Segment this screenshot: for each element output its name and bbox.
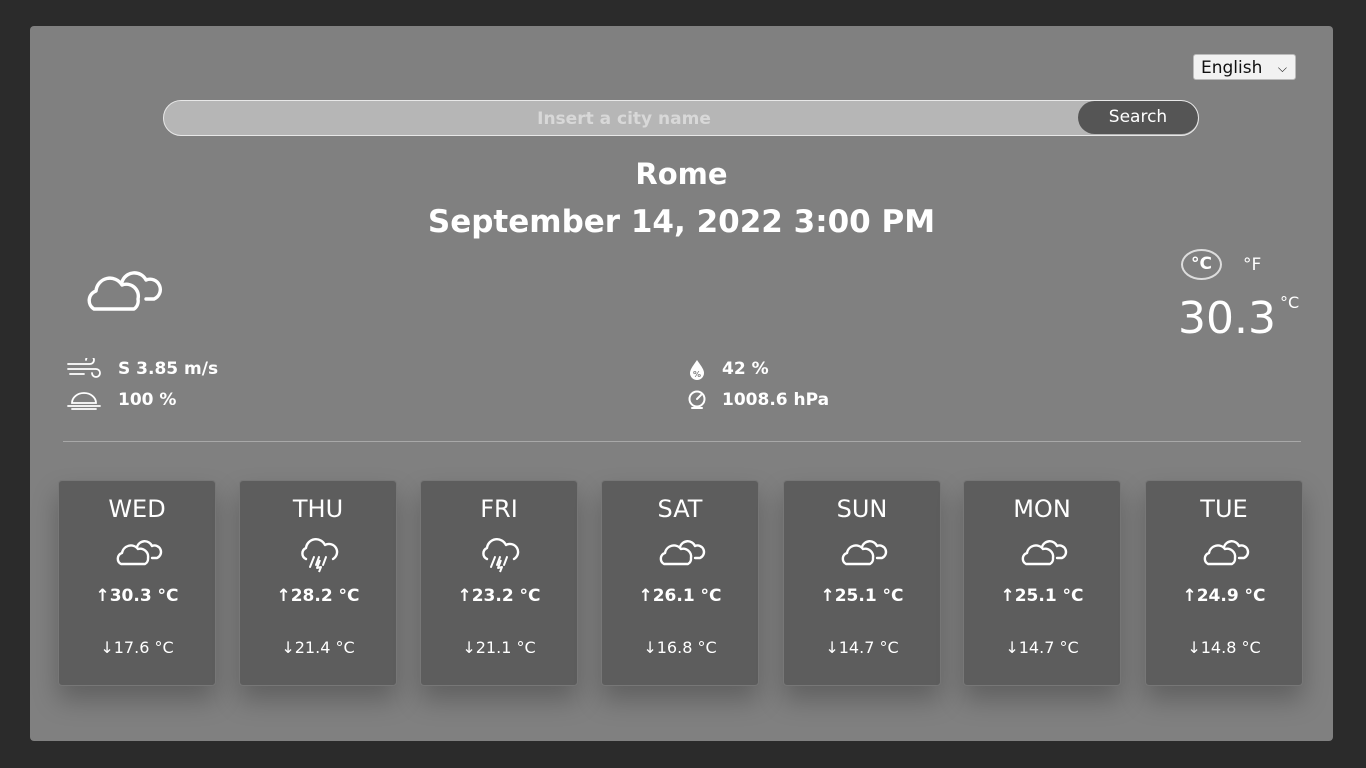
forecast-low: ↓16.8 °C	[643, 638, 717, 657]
language-select[interactable]: English ⌵	[1193, 54, 1296, 80]
forecast-day: TUE	[1200, 495, 1248, 523]
forecast-high: ↑28.2 °C	[276, 586, 360, 606]
forecast-high: ↑23.2 °C	[457, 586, 541, 606]
forecast-low: ↓21.4 °C	[281, 638, 355, 657]
forecast-card-wed: WED ↑30.3 °C ↓17.6 °C	[58, 480, 216, 686]
forecast-low: ↓17.6 °C	[100, 638, 174, 657]
city-name: Rome	[635, 157, 728, 191]
search-bar: Search	[163, 100, 1199, 136]
forecast-high: ↑26.1 °C	[638, 586, 722, 606]
forecast-high: ↑25.1 °C	[1000, 586, 1084, 606]
weather-panel: English ⌵ Search Rome September 14, 2022…	[30, 26, 1333, 741]
forecast-card-tue: TUE ↑24.9 °C ↓14.8 °C	[1145, 480, 1303, 686]
cloudiness-value: 100 %	[118, 390, 177, 410]
svg-text:%: %	[693, 370, 701, 379]
humidity-drop-icon: %	[686, 358, 708, 386]
forecast-day: MON	[1013, 495, 1071, 523]
current-temperature: 30.3	[1178, 293, 1276, 344]
forecast-low: ↓21.1 °C	[462, 638, 536, 657]
cloud-icon	[1018, 537, 1068, 573]
cloud-icon	[656, 537, 706, 573]
search-input[interactable]	[164, 101, 1084, 135]
forecast-card-thu: THU ↑28.2 °C ↓21.4 °C	[239, 480, 397, 686]
storm-icon	[294, 537, 344, 577]
pressure-gauge-icon	[686, 389, 708, 417]
forecast-card-mon: MON ↑25.1 °C ↓14.7 °C	[963, 480, 1121, 686]
forecast-day: WED	[108, 495, 166, 523]
cloud-icon	[838, 537, 888, 573]
forecast-card-sat: SAT ↑26.1 °C ↓16.8 °C	[601, 480, 759, 686]
wind-icon	[66, 355, 102, 384]
fahrenheit-toggle[interactable]: °F	[1243, 255, 1261, 275]
pressure-value: 1008.6 hPa	[722, 390, 830, 410]
date-time: September 14, 2022 3:00 PM	[427, 204, 936, 240]
forecast-low: ↓14.7 °C	[1005, 638, 1079, 657]
cloud-icon	[113, 537, 163, 573]
forecast-day: FRI	[480, 495, 518, 523]
wind-value: S 3.85 m/s	[118, 359, 219, 379]
sunrise-cloud-icon	[66, 389, 102, 417]
forecast-low: ↓14.7 °C	[825, 638, 899, 657]
forecast-high: ↑25.1 °C	[820, 586, 904, 606]
storm-icon	[475, 537, 525, 577]
forecast-day: SUN	[836, 495, 888, 523]
forecast-low: ↓14.8 °C	[1187, 638, 1261, 657]
forecast-card-sun: SUN ↑25.1 °C ↓14.7 °C	[783, 480, 941, 686]
temperature-unit: °C	[1280, 293, 1300, 312]
forecast-card-fri: FRI ↑23.2 °C ↓21.1 °C	[420, 480, 578, 686]
search-button[interactable]: Search	[1078, 101, 1198, 134]
forecast-high: ↑24.9 °C	[1182, 586, 1266, 606]
cloud-icon	[1200, 537, 1250, 573]
divider	[63, 441, 1301, 442]
forecast-day: THU	[292, 495, 344, 523]
chevron-down-icon: ⌵	[1277, 61, 1287, 75]
cloud-icon	[82, 267, 164, 321]
celsius-toggle[interactable]: °C	[1181, 249, 1222, 280]
language-selected-value: English	[1201, 58, 1263, 78]
forecast-day: SAT	[657, 495, 703, 523]
humidity-value: 42 %	[722, 359, 769, 379]
forecast-high: ↑30.3 °C	[95, 586, 179, 606]
